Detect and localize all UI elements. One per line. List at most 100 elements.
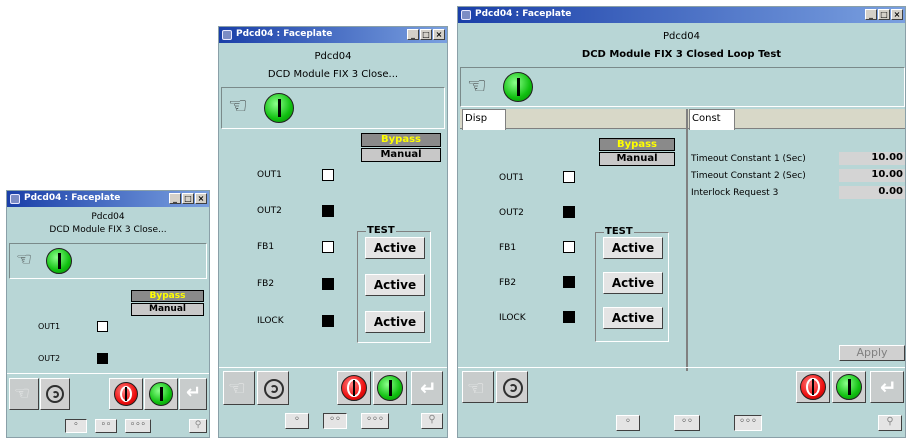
minimize-button[interactable]: _	[169, 193, 181, 204]
out2-label: OUT2	[257, 206, 282, 216]
pin-icon: ⚲	[886, 416, 894, 427]
tag-description: DCD Module FIX 3 Close...	[267, 69, 399, 80]
page-3-button[interactable]: ◦◦◦	[734, 415, 762, 431]
out2-label: OUT2	[499, 208, 524, 218]
maximize-button[interactable]: □	[182, 193, 194, 204]
tag-description: DCD Module FIX 3 Closed Loop Test	[581, 49, 782, 60]
spiral-icon	[46, 385, 64, 403]
tab-const[interactable]: Const	[689, 109, 735, 130]
start-icon	[377, 375, 403, 401]
hand-icon: ☜	[467, 74, 487, 99]
close-button[interactable]: ×	[195, 193, 207, 204]
test-ilock-active-button[interactable]: Active	[603, 307, 663, 329]
hand-icon: ☜	[228, 94, 248, 119]
page-1-button[interactable]: ◦	[65, 419, 87, 433]
running-indicator-icon	[46, 248, 72, 274]
running-indicator-icon	[264, 93, 294, 123]
bypass-mode-indicator[interactable]: Bypass	[131, 290, 204, 302]
pin-button[interactable]: ⚲	[878, 415, 902, 431]
enter-button[interactable]: ↵	[411, 371, 443, 405]
page-3-button[interactable]: ◦◦◦	[125, 419, 151, 433]
apply-button[interactable]: Apply	[839, 345, 905, 361]
minimize-button[interactable]: _	[407, 29, 419, 40]
start-button[interactable]	[144, 378, 178, 410]
test-ilock-active-button[interactable]: Active	[365, 311, 425, 333]
hand-icon: ☜	[16, 249, 33, 270]
page-2-button[interactable]: ◦◦	[95, 419, 117, 433]
constant-value[interactable]: 10.00	[839, 152, 905, 165]
enter-button[interactable]: ↵	[179, 378, 207, 410]
tab-disp[interactable]: Disp	[462, 109, 506, 130]
ilock-label: ILOCK	[499, 313, 526, 323]
tag-name: Pdcd04	[663, 31, 700, 42]
manual-mode-indicator[interactable]: Manual	[131, 303, 204, 316]
pin-icon: ⚲	[428, 414, 436, 425]
maximize-button[interactable]: □	[878, 9, 890, 20]
reset-button[interactable]	[496, 371, 528, 403]
app-icon	[10, 194, 20, 204]
maximize-button[interactable]: □	[420, 29, 432, 40]
page-1-button[interactable]: ◦	[285, 413, 309, 429]
bypass-mode-indicator[interactable]: Bypass	[599, 138, 675, 151]
pin-button[interactable]: ⚲	[421, 413, 443, 429]
manual-mode-indicator[interactable]: Manual	[361, 148, 441, 162]
start-button[interactable]	[832, 371, 866, 403]
stop-icon	[114, 382, 138, 406]
test-fb1-active-button[interactable]: Active	[365, 237, 425, 259]
fb2-label: FB2	[499, 278, 517, 288]
fb1-status	[563, 241, 575, 253]
running-indicator-icon	[503, 72, 533, 102]
hand-icon: ☜	[467, 376, 485, 400]
out1-status	[322, 169, 334, 181]
stop-button[interactable]	[796, 371, 830, 403]
start-icon	[836, 374, 862, 400]
test-fb2-active-button[interactable]: Active	[603, 272, 663, 294]
manual-mode-indicator[interactable]: Manual	[599, 152, 675, 166]
out2-status	[97, 353, 108, 364]
out1-label: OUT1	[257, 170, 282, 180]
out2-status	[322, 205, 334, 217]
enter-icon: ↵	[420, 376, 437, 400]
ilock-status	[322, 315, 334, 327]
reset-button[interactable]	[257, 371, 289, 405]
hand-tool-button[interactable]: ☜	[9, 378, 39, 410]
close-button[interactable]: ×	[891, 9, 903, 20]
page-1-button[interactable]: ◦	[616, 415, 640, 431]
start-button[interactable]	[373, 371, 407, 405]
test-fb2-active-button[interactable]: Active	[365, 274, 425, 296]
page-2-button[interactable]: ◦◦	[323, 413, 347, 429]
pin-icon: ⚲	[194, 420, 202, 430]
faceplate-window-medium: Pdcd04 : Faceplate _ □ × Pdcd04 DCD Modu…	[218, 26, 448, 438]
fb1-label: FB1	[499, 243, 517, 253]
fb1-label: FB1	[257, 242, 275, 252]
pin-button[interactable]: ⚲	[189, 419, 207, 433]
reset-button[interactable]	[40, 378, 70, 410]
out1-label: OUT1	[38, 322, 61, 331]
out1-label: OUT1	[499, 173, 524, 183]
hand-tool-button[interactable]: ☜	[462, 371, 494, 403]
stop-button[interactable]	[109, 378, 143, 410]
status-panel: ☜	[460, 67, 905, 107]
app-icon	[222, 30, 232, 40]
bypass-mode-indicator[interactable]: Bypass	[361, 133, 441, 147]
constant-value[interactable]: 10.00	[839, 169, 905, 182]
page-2-button[interactable]: ◦◦	[674, 415, 700, 431]
constant-value[interactable]: 0.00	[839, 186, 905, 199]
hand-icon: ☜	[14, 383, 31, 404]
hand-tool-button[interactable]: ☜	[223, 371, 255, 405]
spiral-icon	[503, 378, 523, 398]
test-fb1-active-button[interactable]: Active	[603, 237, 663, 259]
window-title: Pdcd04 : Faceplate	[24, 193, 121, 203]
minimize-button[interactable]: _	[865, 9, 877, 20]
close-button[interactable]: ×	[433, 29, 445, 40]
window-title: Pdcd04 : Faceplate	[475, 9, 572, 19]
title-bar[interactable]: Pdcd04 : Faceplate _ □ ×	[7, 191, 209, 207]
enter-button[interactable]: ↵	[870, 371, 904, 403]
title-bar[interactable]: Pdcd04 : Faceplate _ □ ×	[458, 7, 905, 23]
tag-name: Pdcd04	[314, 51, 352, 62]
fb2-label: FB2	[257, 279, 275, 289]
stop-button[interactable]	[337, 371, 371, 405]
tag-description: DCD Module FIX 3 Close...	[49, 225, 167, 235]
title-bar[interactable]: Pdcd04 : Faceplate _ □ ×	[219, 27, 447, 43]
page-3-button[interactable]: ◦◦◦	[361, 413, 389, 429]
